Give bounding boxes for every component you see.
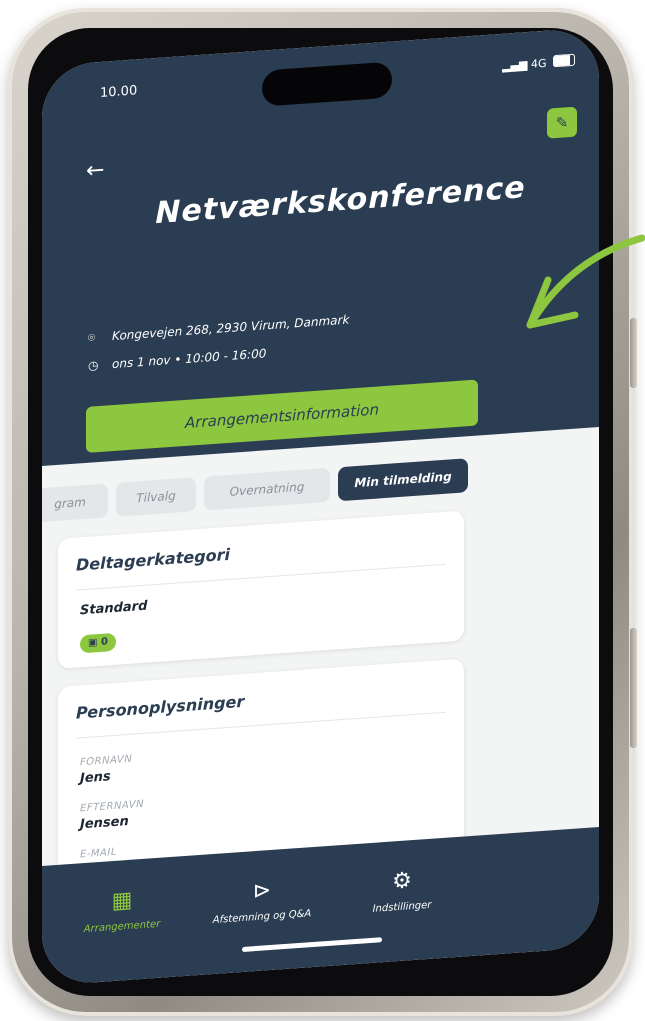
category-value: Standard [80, 598, 148, 619]
nav-label: Afstemning og Q&A [212, 908, 312, 927]
person-card-title: Personoplysninger [76, 691, 245, 723]
ticket-badge: ▣ 0 [80, 632, 116, 654]
category-card: Deltagerkategori Standard ▣ 0 [58, 510, 464, 669]
network-label: 4G [530, 56, 547, 71]
first-name-label: FORNAVN [80, 753, 133, 769]
last-name-value: Jensen [80, 813, 129, 833]
gear-icon: ⚙ [392, 868, 412, 895]
tab-overnatning[interactable]: Overnatning [204, 467, 330, 511]
edit-button[interactable]: ✎ [547, 106, 577, 139]
calendar-icon: ▦ [111, 887, 133, 915]
first-name-value: Jens [80, 769, 111, 787]
power-button [630, 628, 637, 748]
status-indicators: ▂▄▆ 4G [502, 53, 575, 73]
category-card-title: Deltagerkategori [76, 544, 231, 575]
phone-frame: 10.00 ▂▄▆ 4G ← ✎ Netværkskonference ⌾ Kon… [8, 8, 637, 1016]
battery-icon [553, 53, 575, 68]
event-header: 10.00 ▂▄▆ 4G ← ✎ Netværkskonference ⌾ Kon… [42, 27, 599, 466]
pencil-icon: ✎ [555, 113, 569, 133]
green-arrow-icon [526, 234, 645, 329]
nav-label: Arrangementer [83, 918, 161, 936]
tab-program[interactable]: gram [42, 483, 108, 523]
last-name-label: EFTERNAVN [80, 798, 145, 815]
tab-tilvalg[interactable]: Tilvalg [116, 477, 196, 517]
home-indicator [242, 937, 382, 953]
app-screen: 10.00 ▂▄▆ 4G ← ✎ Netværkskonference ⌾ Kon… [42, 27, 599, 986]
nav-arrangementer[interactable]: ▦ Arrangementer [52, 884, 192, 938]
nav-label: Indstillinger [372, 899, 432, 915]
tab-min-tilmelding[interactable]: Min tilmelding [338, 458, 468, 502]
ticket-icon: ▣ [88, 636, 101, 649]
info-button-wrap: Arrangementsinformation [86, 36, 478, 463]
nav-indstillinger[interactable]: ⚙ Indstillinger [332, 864, 472, 918]
email-label: E-MAIL [80, 846, 117, 861]
play-screen-icon: ⊳ [252, 877, 272, 905]
event-info-button[interactable]: Arrangementsinformation [86, 379, 478, 453]
signal-icon: ▂▄▆ [502, 58, 528, 73]
ticket-count: 0 [100, 636, 108, 648]
nav-afstemning[interactable]: ⊳ Afstemning og Q&A [192, 874, 332, 928]
